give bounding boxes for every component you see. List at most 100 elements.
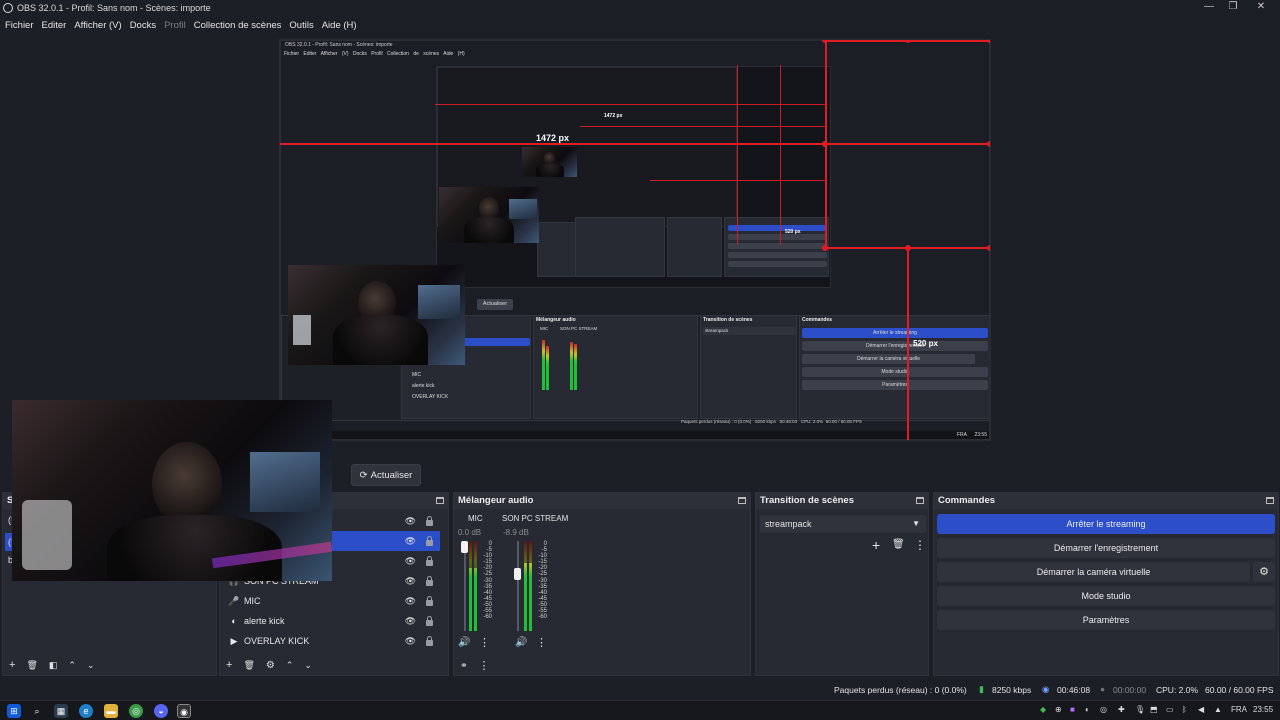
sonpc-db: -8.9 dB bbox=[503, 528, 529, 537]
move-down-icon[interactable]: ⌄ bbox=[87, 660, 95, 671]
volume-fader[interactable] bbox=[461, 541, 468, 553]
eye-icon[interactable]: 👁 bbox=[405, 636, 416, 647]
inner-height-label: 520 px bbox=[785, 229, 801, 235]
tray-icon[interactable]: ◎ bbox=[1100, 705, 1107, 714]
taskbar: ⊞ ⌕ ▦ e ▬ ◎ ◒ ◉ ◆ ⊕ ■ ◐ ◎ ✚ 🎙 ⬒ ▭ ᛒ ◀ ▲ … bbox=[0, 700, 1280, 720]
discord-icon[interactable]: ◒ bbox=[154, 704, 168, 718]
volume-icon[interactable]: ◀ bbox=[1198, 705, 1204, 714]
windows-start-icon[interactable]: ⊞ bbox=[7, 704, 21, 718]
gear-icon[interactable]: ⚙ bbox=[266, 660, 275, 671]
eye-icon[interactable]: 👁 bbox=[405, 596, 416, 607]
start-recording-button[interactable]: Démarrer l'enregistrement bbox=[937, 538, 1275, 558]
link-icon[interactable]: ⚭ bbox=[460, 660, 468, 671]
undock-icon[interactable] bbox=[1266, 497, 1274, 504]
file-explorer-icon[interactable]: ▬ bbox=[104, 704, 118, 718]
menu-aide[interactable]: Aide (H) bbox=[322, 20, 357, 31]
menu-docks[interactable]: Docks bbox=[130, 20, 156, 31]
clock[interactable]: 23:55 bbox=[1253, 705, 1273, 714]
tray-icon[interactable]: ■ bbox=[1070, 705, 1075, 714]
language-indicator[interactable]: FRA bbox=[1231, 705, 1247, 714]
eye-icon[interactable]: 👁 bbox=[405, 576, 416, 587]
height-size-label: 520 px bbox=[913, 339, 938, 348]
filter-icon[interactable]: ◧ bbox=[49, 660, 58, 671]
commands-title: Commandes bbox=[934, 493, 1278, 509]
trash-icon[interactable]: 🗑 bbox=[892, 539, 905, 550]
microphone-icon[interactable]: 🎙 bbox=[1135, 705, 1145, 714]
actualiser-label: Actualiser bbox=[370, 469, 413, 481]
more-icon[interactable]: ⋮ bbox=[479, 659, 490, 672]
tray-icon[interactable]: ✚ bbox=[1118, 705, 1125, 714]
source-row[interactable]: ▶ OVERLAY KICK 👁 bbox=[222, 631, 440, 651]
settings-button[interactable]: Paramètres bbox=[937, 610, 1275, 630]
level-meter bbox=[524, 563, 527, 631]
tray-icon[interactable]: ⊕ bbox=[1055, 705, 1062, 714]
meter-tick: -60 bbox=[483, 614, 492, 621]
start-virtual-camera-button[interactable]: Démarrer la caméra virtuelle bbox=[937, 562, 1250, 582]
eye-icon[interactable]: 👁 bbox=[405, 616, 416, 627]
menu-collection-scenes[interactable]: Collection de scènes bbox=[194, 20, 282, 31]
eye-icon[interactable]: 👁 bbox=[405, 556, 416, 567]
eye-icon[interactable]: 👁 bbox=[405, 536, 416, 547]
preview-canvas[interactable]: OBS 32.0.1 - Profil: Sans nom - Scènes: … bbox=[279, 39, 991, 441]
actualiser-button[interactable]: ⟳ Actualiser bbox=[351, 464, 421, 486]
chevron-down-icon: ▼ bbox=[912, 519, 920, 528]
move-up-icon[interactable]: ⌃ bbox=[286, 660, 294, 671]
tray-icon[interactable]: ◆ bbox=[1040, 705, 1046, 714]
undock-icon[interactable] bbox=[436, 497, 444, 504]
menu-afficher[interactable]: Afficher (V) bbox=[74, 20, 121, 31]
widgets-icon[interactable]: ▦ bbox=[54, 704, 68, 718]
edge-icon[interactable]: e bbox=[79, 704, 93, 718]
tray-icon[interactable]: ▲ bbox=[1214, 705, 1222, 714]
search-icon[interactable]: ⌕ bbox=[30, 704, 44, 718]
trash-icon[interactable]: 🗑 bbox=[243, 660, 254, 671]
add-scene-icon[interactable]: + bbox=[9, 659, 15, 671]
volume-fader-track[interactable] bbox=[464, 541, 466, 631]
chrome-icon[interactable]: ◎ bbox=[129, 704, 143, 718]
close-button[interactable]: ✕ bbox=[1245, 0, 1277, 14]
move-up-icon[interactable]: ⌃ bbox=[68, 660, 76, 671]
move-down-icon[interactable]: ⌄ bbox=[304, 660, 312, 671]
bluetooth-icon[interactable]: ᛒ bbox=[1182, 705, 1187, 714]
volume-fader-track[interactable] bbox=[517, 541, 519, 631]
lock-icon[interactable] bbox=[426, 536, 433, 546]
lock-icon[interactable] bbox=[426, 616, 433, 626]
virtual-camera-settings-gear-icon[interactable]: ⚙ bbox=[1253, 562, 1275, 582]
undock-icon[interactable] bbox=[916, 497, 924, 504]
transition-select[interactable]: streampack ▼ bbox=[760, 515, 926, 533]
meter-tick: -60 bbox=[538, 614, 547, 621]
stop-streaming-button[interactable]: Arrêter le streaming bbox=[937, 514, 1275, 534]
nested-commands-panel bbox=[724, 217, 829, 277]
obs-taskbar-icon[interactable]: ◉ bbox=[177, 704, 191, 718]
network-icon[interactable]: ▭ bbox=[1166, 705, 1174, 714]
mic-speaker-icon[interactable]: 🔊 bbox=[458, 637, 470, 648]
source-row[interactable]: ◐ alerte kick 👁 bbox=[222, 611, 440, 631]
studio-mode-button[interactable]: Mode studio bbox=[937, 586, 1275, 606]
lock-icon[interactable] bbox=[426, 636, 433, 646]
trash-icon[interactable]: 🗑 bbox=[26, 660, 37, 671]
selection-box[interactable] bbox=[825, 40, 990, 249]
undock-icon[interactable] bbox=[738, 497, 746, 504]
eye-icon[interactable]: 👁 bbox=[405, 516, 416, 527]
more-icon[interactable]: ⋮ bbox=[914, 538, 926, 552]
menu-fichier[interactable]: Fichier bbox=[5, 20, 34, 31]
lock-icon[interactable] bbox=[426, 576, 433, 586]
add-source-icon[interactable]: + bbox=[226, 659, 232, 671]
lock-icon[interactable] bbox=[426, 516, 433, 526]
sonpc-speaker-icon[interactable]: 🔊 bbox=[515, 637, 527, 648]
source-row[interactable]: 🎤 MIC 👁 bbox=[222, 591, 440, 611]
add-transition-icon[interactable]: + bbox=[872, 537, 880, 553]
cpu-usage: CPU: 2.0% bbox=[1156, 685, 1199, 695]
tray-icon[interactable]: ⬒ bbox=[1150, 705, 1158, 714]
refresh-icon: ⟳ bbox=[359, 469, 368, 481]
menu-outils[interactable]: Outils bbox=[289, 20, 313, 31]
signal-icon: ▮ bbox=[979, 684, 984, 694]
webcam-overlay[interactable] bbox=[12, 400, 332, 581]
mic-more-icon[interactable]: ⋮ bbox=[479, 636, 490, 649]
menu-profil[interactable]: Profil bbox=[164, 20, 186, 31]
menu-editer[interactable]: Editer bbox=[42, 20, 67, 31]
tray-icon[interactable]: ◐ bbox=[1085, 705, 1090, 714]
lock-icon[interactable] bbox=[426, 556, 433, 566]
lock-icon[interactable] bbox=[426, 596, 433, 606]
volume-fader[interactable] bbox=[514, 568, 521, 580]
sonpc-more-icon[interactable]: ⋮ bbox=[536, 636, 547, 649]
